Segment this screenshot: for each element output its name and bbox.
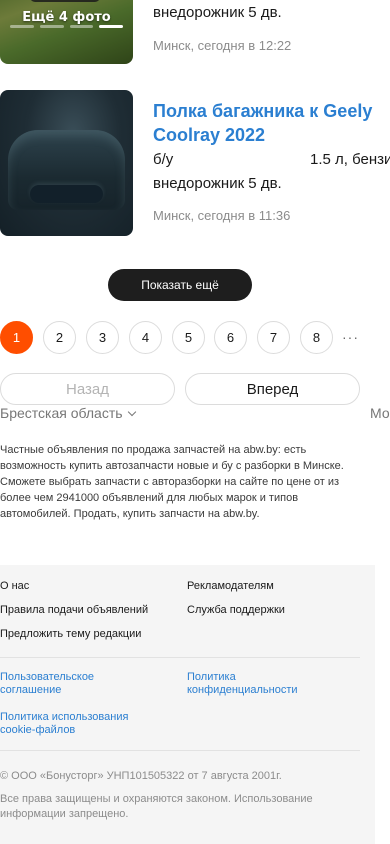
- show-more-button[interactable]: Показать ещё: [108, 269, 252, 301]
- seo-description: Частные объявления по продажа запчастей …: [0, 444, 344, 520]
- photo-dot: [69, 25, 94, 28]
- listing-body-type: внедорожник 5 дв.: [153, 4, 282, 21]
- more-photos-label: Ещё 4 фото: [22, 10, 111, 25]
- chevron-down-icon: [127, 407, 136, 417]
- region-next[interactable]: Мо: [370, 405, 390, 421]
- listing-engine: 1.5 л, бензин: [310, 151, 390, 168]
- photo-content: [30, 0, 100, 2]
- footer-link-privacy[interactable]: Политика конфиденциальности: [187, 671, 337, 697]
- photo-content: [30, 185, 103, 203]
- listing-title[interactable]: Полка багажника к Geely Coolray 2022: [153, 99, 383, 147]
- next-page-button[interactable]: Вперед: [185, 373, 360, 405]
- footer-link-advertisers[interactable]: Рекламодателям: [187, 580, 274, 592]
- listing-body-type: внедорожник 5 дв.: [153, 175, 282, 192]
- footer-link-user-agreement[interactable]: Пользовательское соглашение: [0, 671, 130, 697]
- listing-photo[interactable]: [0, 90, 133, 236]
- photo-dot-active: [99, 25, 123, 28]
- listing-meta: Минск, сегодня в 11:36: [153, 208, 291, 223]
- footer-link-about[interactable]: О нас: [0, 580, 29, 592]
- copyright-text: © ООО «Бонусторг» УНП101505322 от 7 авгу…: [0, 770, 282, 782]
- page-1-button[interactable]: 1: [0, 321, 33, 354]
- region-label: Брестская область: [0, 405, 123, 421]
- page-8-button[interactable]: 8: [300, 321, 333, 354]
- more-pages-ellipsis[interactable]: ···: [342, 329, 359, 345]
- footer-link-cookies[interactable]: Политика использования cookie-файлов: [0, 711, 160, 737]
- page-5-button[interactable]: 5: [172, 321, 205, 354]
- footer-link-rules[interactable]: Правила подачи объявлений: [0, 604, 148, 616]
- footer-divider: [0, 750, 360, 751]
- rights-text: Все права защищены и охраняются законом.…: [0, 793, 313, 820]
- page-3-button[interactable]: 3: [86, 321, 119, 354]
- page-4-button[interactable]: 4: [129, 321, 162, 354]
- footer-link-suggest-topic[interactable]: Предложить тему редакции: [0, 628, 141, 640]
- page-2-button[interactable]: 2: [43, 321, 76, 354]
- photo-dot: [39, 25, 64, 28]
- listing-condition: б/у: [153, 151, 174, 168]
- listing-meta: Минск, сегодня в 12:22: [153, 38, 292, 53]
- footer-divider: [0, 657, 360, 658]
- listing-photo[interactable]: Ещё 4 фото: [0, 0, 133, 64]
- site-footer: О нас Рекламодателям Правила подачи объя…: [0, 565, 375, 844]
- photo-dot: [10, 25, 34, 28]
- region-selector[interactable]: Брестская область: [0, 405, 136, 421]
- page-7-button[interactable]: 7: [257, 321, 290, 354]
- prev-page-button[interactable]: Назад: [0, 373, 175, 405]
- footer-link-support[interactable]: Служба поддержки: [187, 604, 285, 616]
- page-6-button[interactable]: 6: [214, 321, 247, 354]
- photo-indicators: [10, 25, 123, 28]
